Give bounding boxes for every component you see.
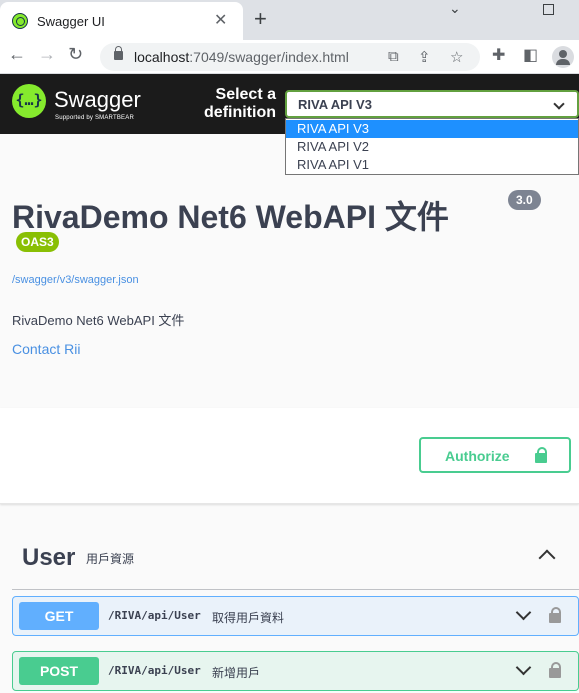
version-badge: 3.0 [508, 190, 541, 210]
api-description: RivaDemo Net6 WebAPI 文件 [12, 313, 185, 328]
authorize-label: Authorize [445, 448, 510, 464]
definition-select[interactable]: RIVA API V3 [285, 90, 579, 118]
definition-option-v3[interactable]: RIVA API V3 [286, 120, 578, 138]
new-tab-button[interactable]: + [254, 6, 267, 32]
chevron-up-icon[interactable] [538, 549, 556, 567]
share-icon[interactable]: ⇪ [418, 48, 431, 66]
translate-icon[interactable]: ⧉ [388, 48, 399, 65]
logo-braces: {…} [15, 91, 43, 109]
lock-icon[interactable] [114, 46, 123, 60]
operation-get-user[interactable]: GET /RIVA/api/User 取得用戶資料 [12, 596, 579, 636]
operation-post-user[interactable]: POST /RIVA/api/User 新增用戶 [12, 651, 579, 691]
definition-select-value: RIVA API V3 [298, 97, 372, 112]
url-text[interactable]: localhost:7049/swagger/index.html [134, 49, 349, 65]
forward-icon[interactable]: → [38, 44, 56, 65]
back-icon[interactable]: ← [8, 44, 26, 65]
unlocked-icon [535, 447, 547, 463]
swagger-json-link[interactable]: /swagger/v3/swagger.json [12, 274, 139, 286]
tag-section-user[interactable]: User 用戶資源 [12, 528, 579, 590]
tag-description: 用戶資源 [86, 552, 135, 566]
browser-tabstrip: Swagger UI ✕ + ⌄ [0, 0, 579, 40]
swagger-logo-text[interactable]: Swagger [54, 87, 141, 113]
contact-link[interactable]: Contact Rii [12, 341, 80, 357]
browser-tab[interactable]: Swagger UI ✕ [0, 2, 243, 40]
operation-path: /RIVA/api/User [108, 609, 201, 622]
close-tab-icon[interactable]: ✕ [214, 10, 227, 30]
chevron-down-icon[interactable] [515, 659, 532, 676]
definition-option-v2[interactable]: RIVA API V2 [286, 138, 578, 156]
swagger-logo-icon[interactable]: {…} [12, 84, 46, 118]
bookmark-star-icon[interactable]: ☆ [450, 48, 463, 66]
profile-avatar-icon[interactable] [552, 46, 574, 68]
select-definition-label: Select a definition [204, 86, 276, 121]
swagger-favicon-icon [12, 13, 28, 29]
chevron-down-icon [553, 98, 565, 110]
operation-path: /RIVA/api/User [108, 664, 201, 677]
address-bar[interactable]: localhost:7049/swagger/index.html ⧉ ⇪ ☆ [100, 43, 480, 71]
lock-icon[interactable] [549, 607, 561, 623]
minimize-window-icon[interactable]: ⌄ [449, 0, 461, 17]
maximize-window-icon[interactable] [543, 4, 554, 15]
browser-toolbar: ← → ↻ localhost:7049/swagger/index.html … [0, 40, 579, 74]
lock-icon[interactable] [549, 662, 561, 678]
definition-option-v1[interactable]: RIVA API V1 [286, 156, 578, 174]
api-info: RivaDemo Net6 WebAPI 文件 3.0 OAS3 /swagge… [0, 134, 579, 408]
scheme-container: Authorize [0, 408, 579, 504]
method-badge: POST [19, 657, 99, 685]
tab-title: Swagger UI [37, 14, 105, 29]
authorize-button[interactable]: Authorize [419, 437, 571, 473]
oas-badge: OAS3 [16, 232, 59, 252]
side-panel-icon[interactable]: ◧ [523, 45, 538, 65]
definition-dropdown-list: RIVA API V3 RIVA API V2 RIVA API V1 [285, 118, 579, 175]
tag-name: User [22, 544, 76, 571]
operation-summary: 新增用戶 [212, 666, 261, 680]
extensions-icon[interactable]: ✚ [492, 45, 505, 65]
method-badge: GET [19, 602, 99, 630]
reload-icon[interactable]: ↻ [68, 44, 83, 65]
operation-summary: 取得用戶資料 [212, 611, 285, 625]
swagger-logo-subtitle: Supported by SMARTBEAR [55, 115, 134, 121]
api-title: RivaDemo Net6 WebAPI 文件 [12, 199, 449, 235]
chevron-down-icon[interactable] [515, 604, 532, 621]
